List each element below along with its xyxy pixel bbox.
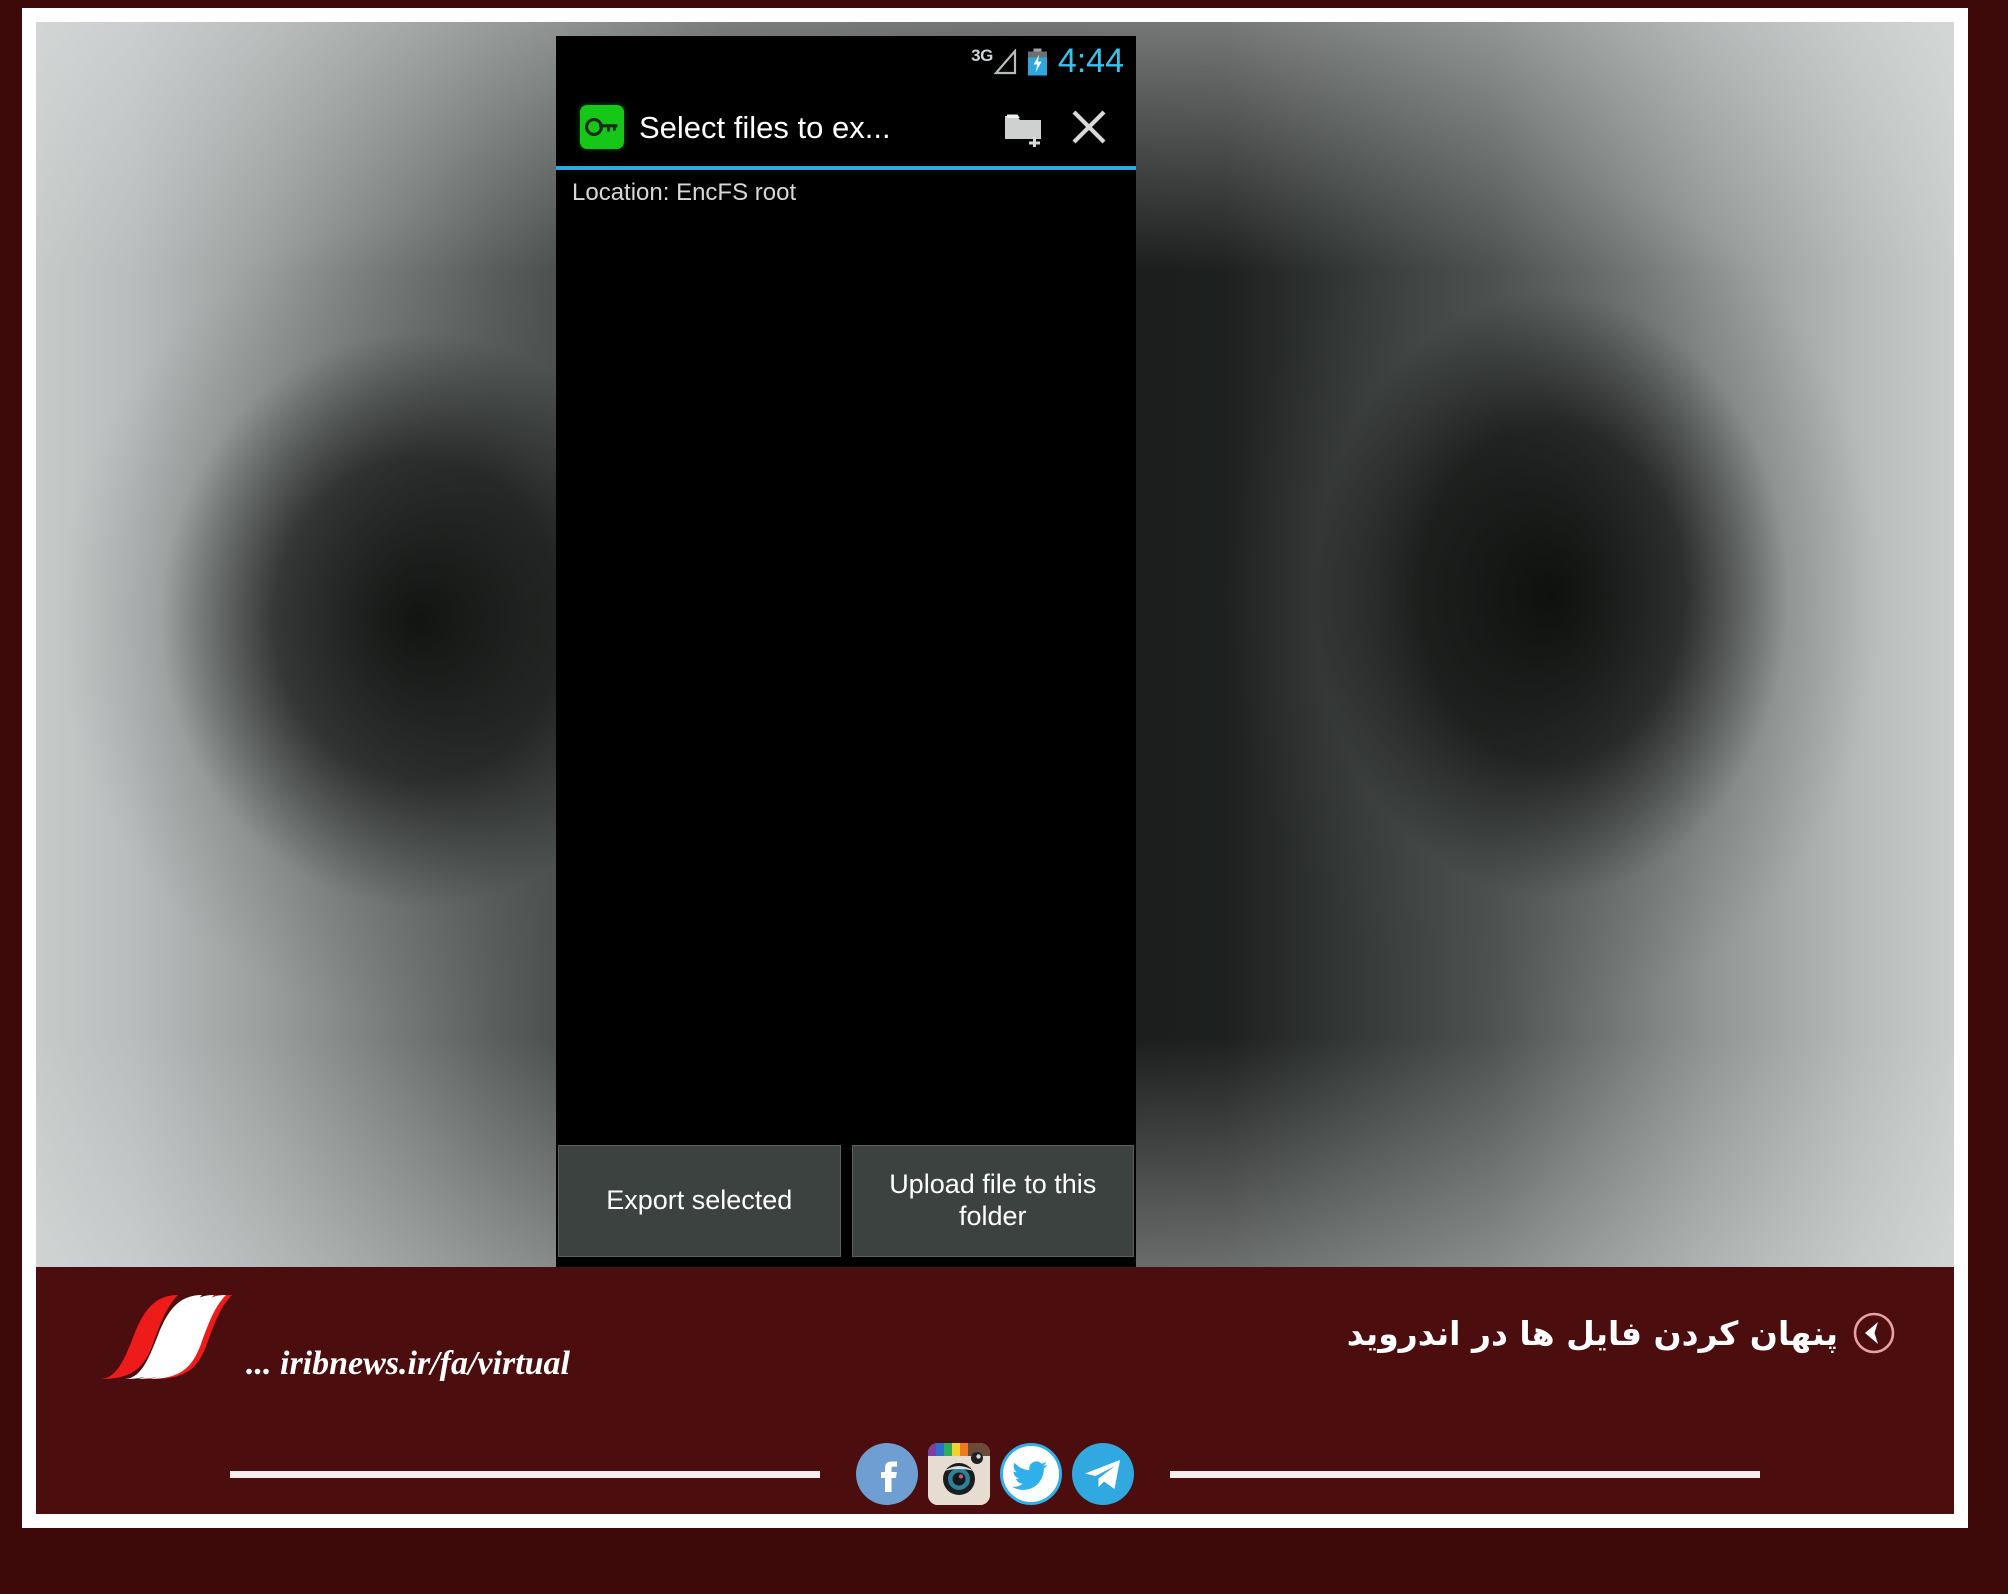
signal-empty-icon xyxy=(993,49,1016,75)
key-icon xyxy=(580,105,624,149)
close-icon[interactable] xyxy=(1056,94,1122,160)
upload-file-button[interactable]: Upload file to this folder xyxy=(851,1145,1134,1257)
file-list[interactable] xyxy=(556,214,1136,1145)
divider-right xyxy=(1170,1470,1760,1478)
headline-text: پنهان کردن فایل ها در اندروید xyxy=(1346,1313,1838,1353)
footer-top-row: ... iribnews.ir/fa/virtual پنهان کردن فا… xyxy=(36,1267,1954,1427)
telegram-icon[interactable] xyxy=(1072,1443,1134,1505)
export-selected-button[interactable]: Export selected xyxy=(558,1145,841,1257)
white-frame: 3G 4:44 Select files to ex... Location: … xyxy=(22,8,1968,1528)
facebook-icon[interactable] xyxy=(856,1443,918,1505)
back-arrow-circle-icon[interactable] xyxy=(1852,1311,1896,1355)
status-bar-clock: 4:44 xyxy=(1057,42,1124,80)
twitter-icon[interactable] xyxy=(1000,1443,1062,1505)
social-icons xyxy=(856,1443,1134,1505)
phone-screenshot: 3G 4:44 Select files to ex... Location: … xyxy=(556,36,1136,1267)
page-root: 3G 4:44 Select files to ex... Location: … xyxy=(0,0,2008,1594)
divider-left xyxy=(230,1470,820,1478)
irib-wave-logo xyxy=(100,1295,232,1379)
status-bar: 3G 4:44 xyxy=(556,36,1136,88)
social-row xyxy=(36,1435,1954,1513)
action-bar: Select files to ex... xyxy=(556,88,1136,166)
frame-inner: 3G 4:44 Select files to ex... Location: … xyxy=(36,22,1954,1514)
network-type-label: 3G xyxy=(971,45,993,65)
new-folder-icon[interactable] xyxy=(990,94,1056,160)
location-label: Location: EncFS root xyxy=(556,170,1136,214)
bottom-button-bar: Export selected Upload file to this fold… xyxy=(556,1145,1136,1267)
action-bar-title: Select files to ex... xyxy=(639,111,891,143)
instagram-icon[interactable] xyxy=(928,1443,990,1505)
headline-block: پنهان کردن فایل ها در اندروید xyxy=(1347,1311,1896,1355)
brand-url-text: ... iribnews.ir/fa/virtual xyxy=(246,1345,570,1382)
brand-block[interactable]: ... iribnews.ir/fa/virtual xyxy=(94,1283,570,1395)
battery-charging-icon xyxy=(1027,48,1047,76)
footer-band: ... iribnews.ir/fa/virtual پنهان کردن فا… xyxy=(36,1267,1954,1514)
